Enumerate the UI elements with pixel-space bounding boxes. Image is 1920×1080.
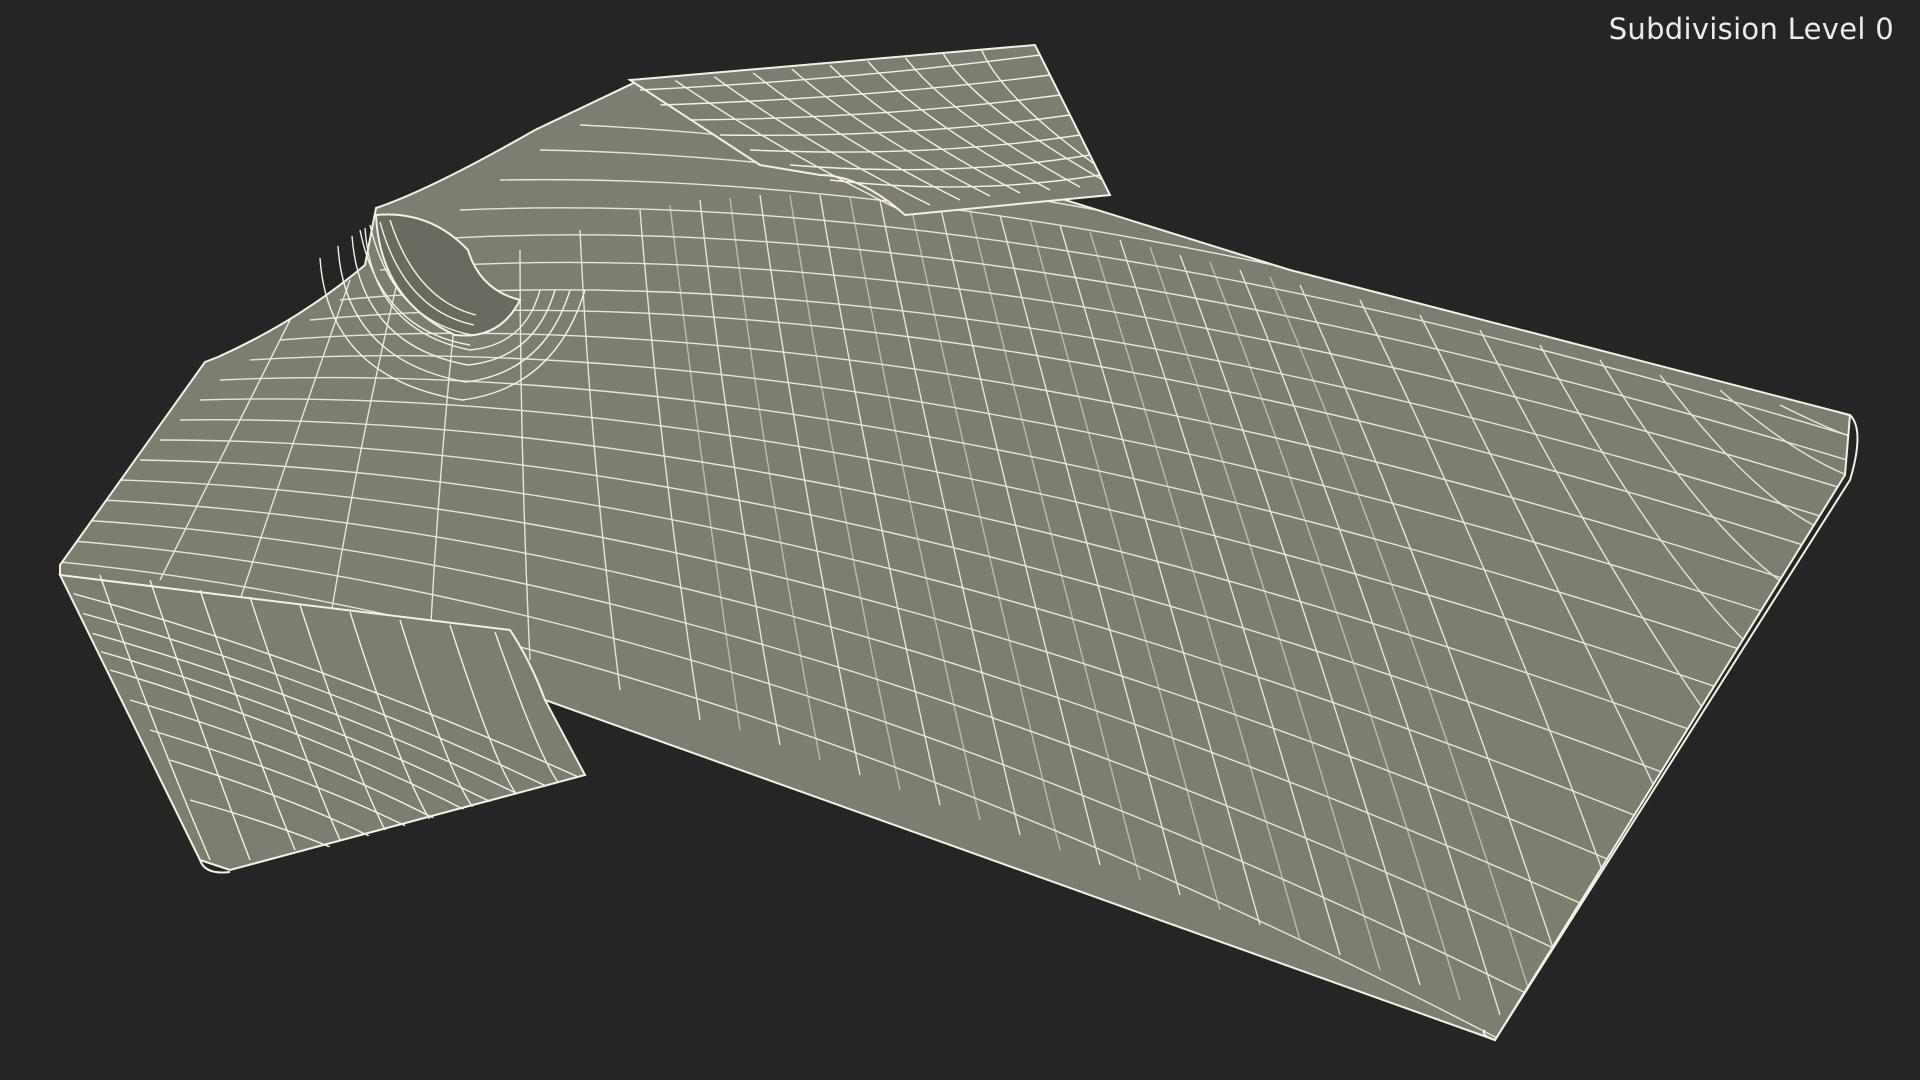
tshirt-wireframe-model: [58, 43, 1859, 1042]
render-viewport: Subdivision Level 0: [0, 0, 1920, 1080]
subdivision-level-label: Subdivision Level 0: [1608, 12, 1894, 46]
tshirt-body-shape: [59, 78, 1852, 1042]
